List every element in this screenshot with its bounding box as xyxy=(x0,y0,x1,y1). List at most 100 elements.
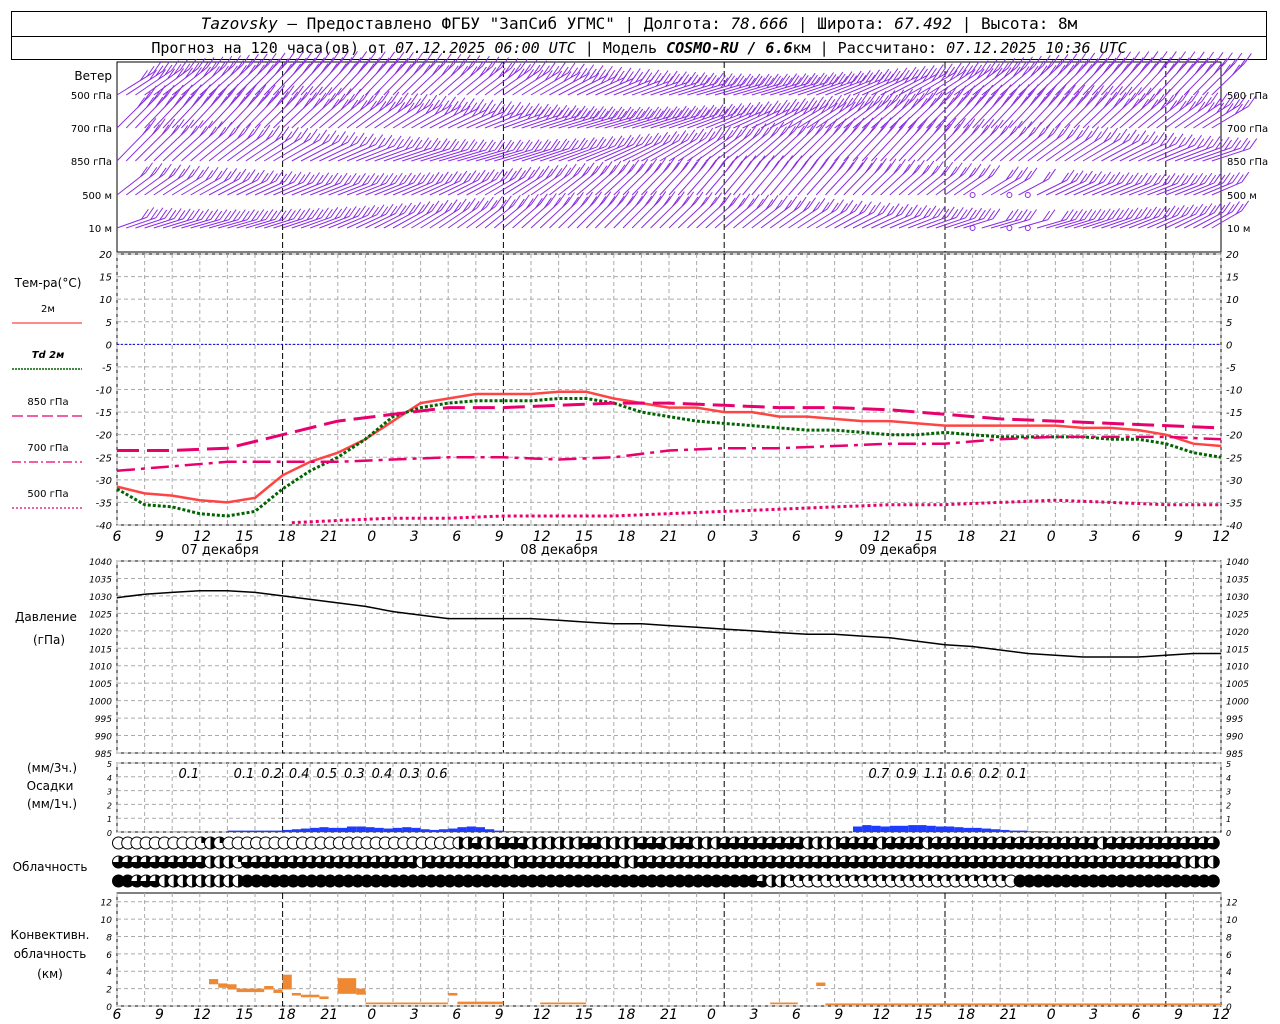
wind-barb-feather xyxy=(1234,52,1243,64)
wind-barb-feather xyxy=(1232,64,1241,76)
wind-level-label-right: 850 гПа xyxy=(1227,157,1268,168)
wind-barb-feather xyxy=(946,97,955,108)
precip-tick-label-right: 0 xyxy=(1226,829,1231,838)
wind-barb-feather xyxy=(970,90,979,102)
precip-tick-label-right: 2 xyxy=(1226,801,1231,810)
wind-barb-feather xyxy=(532,64,541,76)
precip-bar xyxy=(917,825,927,832)
wind-barb-feather xyxy=(864,162,873,174)
pressure-unit: (гПа) xyxy=(33,633,65,647)
wind-barb-feather xyxy=(193,84,202,95)
wind-barb-feather xyxy=(1132,51,1141,62)
wind-barb-feather xyxy=(1215,52,1224,63)
wind-barb-feather xyxy=(397,102,406,113)
wind-barb-feather xyxy=(753,160,761,172)
wind-barb-feather xyxy=(1121,172,1130,183)
wind-barb-feather xyxy=(1103,171,1112,183)
hour-tick-label-bottom: 9 xyxy=(495,1007,504,1023)
wind-barb-feather xyxy=(1243,53,1252,64)
temp-tick-label-right: 0 xyxy=(1226,340,1232,351)
convective-cloud-block xyxy=(319,996,329,1000)
convective-cloud-block xyxy=(540,1002,587,1005)
press-tick-label-right: 995 xyxy=(1226,715,1243,725)
wind-calm-circle xyxy=(1006,192,1013,198)
convective-cloud-block xyxy=(365,1002,449,1005)
convective-cloud-block xyxy=(301,994,320,998)
wind-barb-feather xyxy=(548,61,557,72)
wind-barb-feather xyxy=(146,96,155,108)
wind-barb-feather xyxy=(1024,121,1033,132)
wind-level-label-right: 10 м xyxy=(1227,224,1250,235)
wind-barb-staff xyxy=(503,113,542,129)
wind-barb-feather xyxy=(686,191,695,203)
wind-barb-staff xyxy=(613,79,652,96)
wind-barb-feather xyxy=(551,65,560,77)
wind-barb-feather xyxy=(435,203,444,214)
temp-tick-label-right: -30 xyxy=(1226,476,1242,487)
press-tick-label: 1000 xyxy=(89,698,112,708)
wind-barb-feather xyxy=(739,155,748,166)
wind-barb-feather xyxy=(803,155,812,167)
press-tick-label-right: 985 xyxy=(1226,750,1243,760)
press-tick-label-right: 1015 xyxy=(1226,645,1249,655)
hour-tick-label-bottom: 12 xyxy=(872,1007,890,1023)
wind-barb-feather xyxy=(900,203,909,215)
wind-barb-feather xyxy=(790,160,798,172)
convective-cloud-block xyxy=(825,1003,1221,1006)
temp-legend-label: 500 гПа xyxy=(27,489,68,500)
wind-barb-feather xyxy=(817,161,826,172)
wind-barb-feather xyxy=(161,124,170,136)
precip-tick-label: 2 xyxy=(107,801,112,810)
hour-tick-label: 18 xyxy=(618,529,636,545)
meteogram: 6699121215151818212100336699121215151818… xyxy=(11,51,1268,1023)
temp-tick-label: -15 xyxy=(96,408,112,419)
wind-barb-feather xyxy=(937,206,946,217)
wind-barb-feather xyxy=(1187,51,1196,62)
wind-barb-feather xyxy=(219,96,228,107)
wind-barb-staff xyxy=(549,74,587,96)
press-tick-label-right: 1040 xyxy=(1226,558,1249,568)
wind-barb-feather xyxy=(234,90,242,101)
temp-tick-label: 5 xyxy=(106,318,112,329)
wind-barb-feather xyxy=(856,117,865,129)
wind-barb-feather xyxy=(432,99,440,111)
wind-barb-feather xyxy=(709,196,718,208)
precip-bar xyxy=(899,825,909,832)
press-tick-label: 1030 xyxy=(89,593,112,603)
wind-barb-feather xyxy=(1241,200,1250,212)
wind-barb-staff xyxy=(1091,139,1130,162)
wind-barb-feather xyxy=(940,86,949,98)
wind-barb-feather xyxy=(724,103,733,115)
temp-tick-label: -20 xyxy=(96,431,112,442)
wind-barb-feather xyxy=(262,58,271,70)
wind-barb-staff xyxy=(328,215,359,229)
precip-bar xyxy=(457,827,467,832)
wind-barb-feather xyxy=(205,120,214,132)
wind-barb-feather xyxy=(1047,96,1056,107)
hour-tick-label-bottom: 0 xyxy=(707,1007,716,1023)
wind-barb-feather xyxy=(504,139,512,151)
wind-barb-staff xyxy=(632,80,671,96)
temp-tick-label: 10 xyxy=(99,295,112,306)
wind-barb-feather xyxy=(448,96,456,108)
wind-barb-feather xyxy=(1153,88,1162,99)
wind-barb-feather xyxy=(1206,51,1215,63)
wind-barb-feather xyxy=(1209,57,1218,69)
wind-barb-feather xyxy=(1038,96,1046,107)
wind-barb-feather xyxy=(1096,52,1105,63)
wind-barb-feather xyxy=(635,195,643,207)
wind-barb-feather xyxy=(366,63,375,74)
wind-barb-feather xyxy=(396,51,405,63)
conv-unit: (км) xyxy=(37,967,63,981)
pressure-title: Давление xyxy=(15,610,77,624)
wind-barb-feather xyxy=(391,91,400,103)
conv-tick-label: 10 xyxy=(101,916,113,926)
wind-barb-feather xyxy=(850,123,859,135)
wind-barb-feather xyxy=(752,101,761,113)
wind-barb-staff xyxy=(1119,216,1150,229)
wind-barb-feather xyxy=(562,196,570,208)
wind-barb-feather xyxy=(660,131,669,143)
wind-barb-feather xyxy=(523,63,532,75)
wind-barb-feather xyxy=(997,90,1006,101)
wind-barb-feather xyxy=(1112,171,1121,183)
